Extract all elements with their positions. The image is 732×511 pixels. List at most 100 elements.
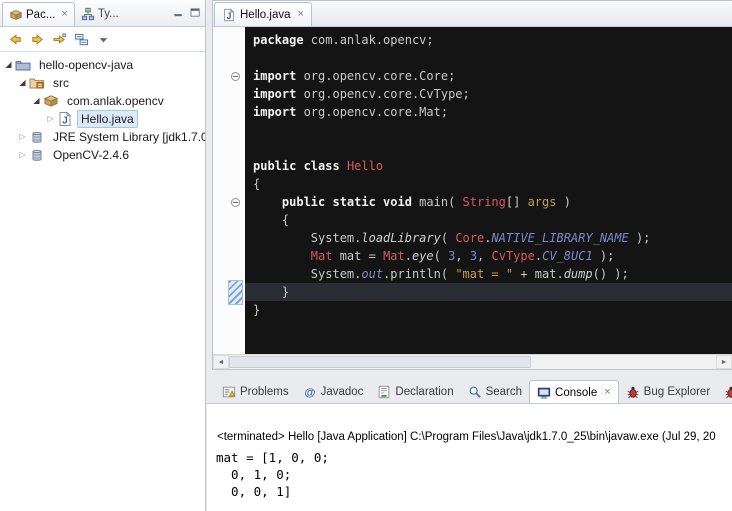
tab-label: Javadoc xyxy=(321,386,364,398)
gutter-row xyxy=(226,193,245,211)
code-token: org.opencv.core.Core; xyxy=(296,69,455,83)
console-content: <terminated> Hello [Java Application] C:… xyxy=(207,403,732,511)
tab-label: Bug Explorer xyxy=(644,386,710,398)
tab-console[interactable]: Console xyxy=(529,380,619,403)
code-token xyxy=(253,195,282,209)
code-token: CvType xyxy=(492,249,535,263)
gutter-row xyxy=(226,31,245,49)
code-token: } xyxy=(253,285,289,299)
expand-arrow-icon[interactable]: ▷ xyxy=(16,128,29,146)
tree-item-jre-system-library-jdk1-7-0-25[interactable]: ▷ JRE System Library [jdk1.7.0_25] xyxy=(0,128,205,146)
code-line[interactable]: import org.opencv.core.Mat; xyxy=(245,103,732,121)
console-output[interactable]: mat = [1, 0, 0; 0, 1, 0; 0, 0, 1] xyxy=(207,443,732,500)
tree-item-label: Hello.java xyxy=(77,110,138,128)
collapse-arrow-icon[interactable]: ◢ xyxy=(30,92,43,110)
code-line[interactable]: public static void main( String[] args ) xyxy=(245,193,732,211)
code-line[interactable]: import org.opencv.core.Core; xyxy=(245,67,732,85)
code-token: main( xyxy=(412,195,463,209)
expand-arrow-icon[interactable]: ▷ xyxy=(44,110,57,128)
tab-label: Declaration xyxy=(395,386,453,398)
java-file-icon: J xyxy=(222,8,236,22)
tree-item-label: JRE System Library [jdk1.7.0_25] xyxy=(49,128,205,146)
code-line[interactable]: Mat mat = Mat.eye( 3, 3, CvType.CV_8UC1 … xyxy=(245,247,732,265)
collapse-all-icon[interactable] xyxy=(74,32,89,47)
console-output-line: mat = [1, 0, 0; xyxy=(216,449,732,466)
code-token: ( xyxy=(434,249,448,263)
view-tab-pac[interactable]: Pac... xyxy=(2,2,75,26)
bug-icon xyxy=(724,385,732,399)
code-token: NATIVE_LIBRARY_NAME xyxy=(491,231,628,245)
close-icon[interactable] xyxy=(604,387,610,398)
code-token: "mat = " xyxy=(455,267,513,281)
fold-collapse-icon[interactable] xyxy=(231,72,240,81)
code-line[interactable]: { xyxy=(245,175,732,193)
close-icon[interactable] xyxy=(298,9,304,20)
editor-body: package com.anlak.opencv; import org.open… xyxy=(213,27,732,354)
tree-item-hello-opencv-java[interactable]: ◢hello-opencv-java xyxy=(0,56,205,74)
package-explorer-toolbar xyxy=(0,27,205,52)
tree-item-src[interactable]: ◢src xyxy=(0,74,205,92)
code-line[interactable] xyxy=(245,49,732,67)
gutter-row xyxy=(226,157,245,175)
expand-arrow-icon[interactable]: ▷ xyxy=(16,146,29,164)
tree-item-hello-java[interactable]: ▷ J Hello.java xyxy=(0,110,205,128)
gutter-row xyxy=(226,229,245,247)
library-icon xyxy=(29,129,45,145)
code-token: ( xyxy=(441,231,455,245)
horizontal-scrollbar[interactable] xyxy=(213,354,732,369)
library-icon xyxy=(29,147,45,163)
maximize-icon[interactable] xyxy=(189,6,202,19)
close-icon[interactable] xyxy=(61,9,67,20)
minimize-icon[interactable] xyxy=(172,6,185,19)
code-line[interactable]: System.loadLibrary( Core.NATIVE_LIBRARY_… xyxy=(245,229,732,247)
gutter-row xyxy=(226,139,245,157)
gutter-row xyxy=(226,211,245,229)
code-line[interactable]: import org.opencv.core.CvType; xyxy=(245,85,732,103)
code-token: public class xyxy=(253,159,340,173)
tab-bug[interactable]: Bug xyxy=(717,381,732,403)
link-with-editor-icon[interactable] xyxy=(52,32,67,47)
left-view-tabbar: Pac... Ty... xyxy=(0,0,205,27)
bottom-tabbar: Problems@Javadoc Declaration SearchConsole… xyxy=(207,379,732,403)
collapse-arrow-icon[interactable]: ◢ xyxy=(2,56,15,74)
tab-search[interactable]: Search xyxy=(461,381,529,403)
code-token: Mat xyxy=(311,249,333,263)
console-output-line: 0, 0, 1] xyxy=(216,483,732,500)
type-hierarchy-icon xyxy=(81,7,95,21)
tab-javadoc[interactable]: @Javadoc xyxy=(296,381,371,403)
scroll-right-icon[interactable] xyxy=(716,355,732,369)
view-menu-icon[interactable] xyxy=(96,32,111,47)
java-file-icon: J xyxy=(57,111,73,127)
scroll-left-icon[interactable] xyxy=(213,355,229,369)
code-line[interactable]: } xyxy=(245,301,732,319)
view-tab-label: Ty... xyxy=(98,8,119,20)
tab-declaration[interactable]: Declaration xyxy=(370,381,460,403)
svg-text:J: J xyxy=(62,116,68,127)
scrollbar-track[interactable] xyxy=(229,355,716,369)
code-line[interactable]: } xyxy=(245,283,732,301)
code-line[interactable]: public class Hello xyxy=(245,157,732,175)
view-tab-ty[interactable]: Ty... xyxy=(75,2,125,26)
code-token: public static void xyxy=(282,195,412,209)
fold-collapse-icon[interactable] xyxy=(231,198,240,207)
back-icon[interactable] xyxy=(8,32,23,47)
tab-bug-explorer[interactable]: Bug Explorer xyxy=(619,381,717,403)
console-output-line: 0, 1, 0; xyxy=(216,466,732,483)
scrollbar-thumb[interactable] xyxy=(229,356,531,368)
package-icon xyxy=(43,93,59,109)
code-line[interactable]: package com.anlak.opencv; xyxy=(245,31,732,49)
code-line[interactable] xyxy=(245,121,732,139)
console-panel: Problems@Javadoc Declaration SearchConsole… xyxy=(207,379,732,511)
code-line[interactable]: System.out.println( "mat = " + mat.dump(… xyxy=(245,265,732,283)
code-line[interactable] xyxy=(245,139,732,157)
code-token: Mat xyxy=(383,249,405,263)
code-area[interactable]: package com.anlak.opencv; import org.open… xyxy=(245,27,732,354)
code-line[interactable]: { xyxy=(245,211,732,229)
tree-item-opencv-2-4-6[interactable]: ▷OpenCV-2.4.6 xyxy=(0,146,205,164)
editor-tab-hello-java[interactable]: J Hello.java xyxy=(214,2,312,26)
tree-item-com-anlak-opencv[interactable]: ◢com.anlak.opencv xyxy=(0,92,205,110)
tab-problems[interactable]: Problems xyxy=(215,381,296,403)
forward-icon[interactable] xyxy=(30,32,45,47)
collapse-arrow-icon[interactable]: ◢ xyxy=(16,74,29,92)
declaration-icon xyxy=(377,385,391,399)
